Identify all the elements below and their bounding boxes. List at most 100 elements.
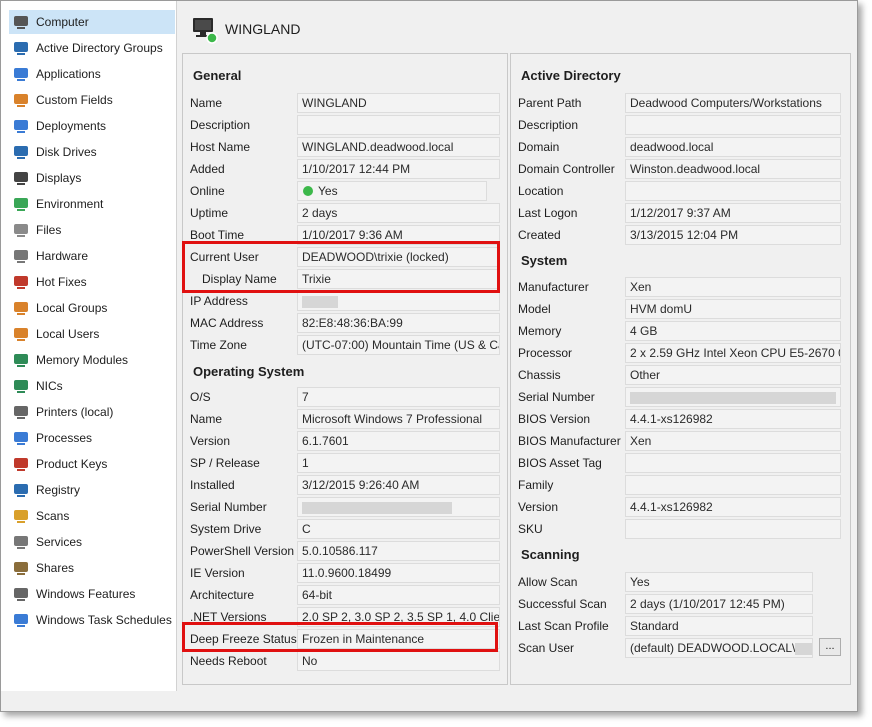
manufacturer-value: Xen (630, 280, 652, 294)
model-value-field[interactable]: HVM domU (625, 299, 841, 319)
successful-scan-label: Successful Scan (518, 597, 607, 611)
name-value-field[interactable]: Microsoft Windows 7 Professional (297, 409, 500, 429)
name-value: WINGLAND (302, 96, 367, 110)
version-value-field[interactable]: 6.1.7601 (297, 431, 500, 451)
name-label: Name (190, 96, 223, 110)
online-value-field[interactable]: Yes (297, 181, 487, 201)
domain-value-field[interactable]: deadwood.local (625, 137, 841, 157)
sidebar-item-label: Local Users (36, 327, 100, 341)
sidebar-item-environment[interactable]: Environment (9, 192, 175, 216)
sidebar-item-computer[interactable]: Computer (9, 10, 175, 34)
last-scan-profile-value: Standard (630, 619, 679, 633)
ie-version-value-field[interactable]: 11.0.9600.18499 (297, 563, 500, 583)
boot-time-value: 1/10/2017 9:36 AM (302, 228, 403, 242)
sidebar-item-files[interactable]: Files (9, 218, 175, 242)
host-name-value-field[interactable]: WINGLAND.deadwood.local (297, 137, 500, 157)
sidebar-item-label: Processes (36, 431, 93, 445)
uptime-value-field[interactable]: 2 days (297, 203, 500, 223)
scan-user-value-field[interactable]: (default) DEADWOOD.LOCAL\ (625, 638, 813, 658)
sidebar-item-shares[interactable]: Shares (9, 556, 175, 580)
bios-version-label: BIOS Version (518, 412, 591, 426)
sidebar-item-processes[interactable]: Processes (9, 426, 175, 450)
serial-number-value-field[interactable] (297, 497, 500, 517)
architecture-label: Architecture (190, 588, 255, 602)
system-drive-label: System Drive (190, 522, 262, 536)
chassis-value-field[interactable]: Other (625, 365, 841, 385)
memory-modules-icon (13, 352, 29, 368)
architecture-value-field[interactable]: 64-bit (297, 585, 500, 605)
sku-value-field[interactable] (625, 519, 841, 539)
sidebar-item-displays[interactable]: Displays (9, 166, 175, 190)
version-label: Version (518, 500, 559, 514)
sidebar-item-deployments[interactable]: Deployments (9, 114, 175, 138)
mac-address-value-field[interactable]: 82:E8:48:36:BA:99 (297, 313, 500, 333)
sidebar-item-memory-modules[interactable]: Memory Modules (9, 348, 175, 372)
sidebar-item-registry[interactable]: Registry (9, 478, 175, 502)
sidebar-item-applications[interactable]: Applications (9, 62, 175, 86)
bios-manufacturer-value-field[interactable]: Xen (625, 431, 841, 451)
sidebar-item-product-keys[interactable]: Product Keys (9, 452, 175, 476)
manufacturer-label: Manufacturer (518, 280, 589, 294)
added-value: 1/10/2017 12:44 PM (302, 162, 411, 176)
disk-drives-icon (13, 144, 29, 160)
sidebar-item-windows-task-schedules[interactable]: Windows Task Schedules (9, 608, 175, 632)
version-label: Version (190, 434, 231, 448)
version-value-field[interactable]: 4.4.1-xs126982 (625, 497, 841, 517)
description-value-field[interactable] (297, 115, 500, 135)
sidebar-item-nics[interactable]: NICs (9, 374, 175, 398)
sidebar-item-active-directory-groups[interactable]: Active Directory Groups (9, 36, 175, 60)
ip-address-value-field[interactable] (297, 291, 500, 311)
bios-asset-tag-value-field[interactable] (625, 453, 841, 473)
scan-user-value: (default) DEADWOOD.LOCAL\ (630, 641, 796, 655)
sidebar-item-label: Local Groups (36, 301, 108, 315)
installed-value-field[interactable]: 3/12/2015 9:26:40 AM (297, 475, 500, 495)
bios-version-value-field[interactable]: 4.4.1-xs126982 (625, 409, 841, 429)
added-label: Added (190, 162, 225, 176)
browse-scan-user-button[interactable]: ... (819, 638, 841, 656)
powershell-version-value-field[interactable]: 5.0.10586.117 (297, 541, 500, 561)
sidebar-item-scans[interactable]: Scans (9, 504, 175, 528)
needs-reboot-value-field[interactable]: No (297, 651, 500, 671)
serial-number-value-field[interactable] (625, 387, 841, 407)
displays-icon (13, 170, 29, 186)
sidebar-item-hot-fixes[interactable]: Hot Fixes (9, 270, 175, 294)
processor-value: 2 x 2.59 GHz Intel Xeon CPU E5-2670 0 (630, 346, 841, 360)
sidebar-item-windows-features[interactable]: Windows Features (9, 582, 175, 606)
added-value-field[interactable]: 1/10/2017 12:44 PM (297, 159, 500, 179)
parent-path-value-field[interactable]: Deadwood Computers/Workstations (625, 93, 841, 113)
sidebar-item-local-groups[interactable]: Local Groups (9, 296, 175, 320)
sidebar-item-custom-fields[interactable]: Custom Fields (9, 88, 175, 112)
created-value-field[interactable]: 3/13/2015 12:04 PM (625, 225, 841, 245)
sp-release-value-field[interactable]: 1 (297, 453, 500, 473)
successful-scan-value-field[interactable]: 2 days (1/10/2017 12:45 PM) (625, 594, 813, 614)
last-scan-profile-value-field[interactable]: Standard (625, 616, 813, 636)
sidebar-item-label: Services (36, 535, 83, 549)
uptime-label: Uptime (190, 206, 229, 220)
description-label: Description (190, 118, 251, 132)
allow-scan-value-field[interactable]: Yes (625, 572, 813, 592)
o-s-value-field[interactable]: 7 (297, 387, 500, 407)
domain-controller-value-field[interactable]: Winston.deadwood.local (625, 159, 841, 179)
description-value-field[interactable] (625, 115, 841, 135)
sidebar-item-services[interactable]: Services (9, 530, 175, 554)
name-value-field[interactable]: WINGLAND (297, 93, 500, 113)
ie-version-value: 11.0.9600.18499 (302, 566, 392, 580)
processor-value-field[interactable]: 2 x 2.59 GHz Intel Xeon CPU E5-2670 0 (625, 343, 841, 363)
boot-time-label: Boot Time (190, 228, 245, 242)
redacted-block (795, 642, 812, 655)
files-icon (13, 222, 29, 238)
sidebar-item-printers-local[interactable]: Printers (local) (9, 400, 175, 424)
time-zone-value-field[interactable]: (UTC-07:00) Mountain Time (US & Ca (297, 335, 500, 355)
sidebar-item-local-users[interactable]: Local Users (9, 322, 175, 346)
chassis-label: Chassis (518, 368, 561, 382)
sidebar-item-disk-drives[interactable]: Disk Drives (9, 140, 175, 164)
last-logon-value-field[interactable]: 1/12/2017 9:37 AM (625, 203, 841, 223)
system-drive-value-field[interactable]: C (297, 519, 500, 539)
location-label: Location (518, 184, 564, 198)
sidebar-item-hardware[interactable]: Hardware (9, 244, 175, 268)
manufacturer-value-field[interactable]: Xen (625, 277, 841, 297)
memory-value-field[interactable]: 4 GB (625, 321, 841, 341)
location-value-field[interactable] (625, 181, 841, 201)
windows-features-icon (13, 586, 29, 602)
family-value-field[interactable] (625, 475, 841, 495)
